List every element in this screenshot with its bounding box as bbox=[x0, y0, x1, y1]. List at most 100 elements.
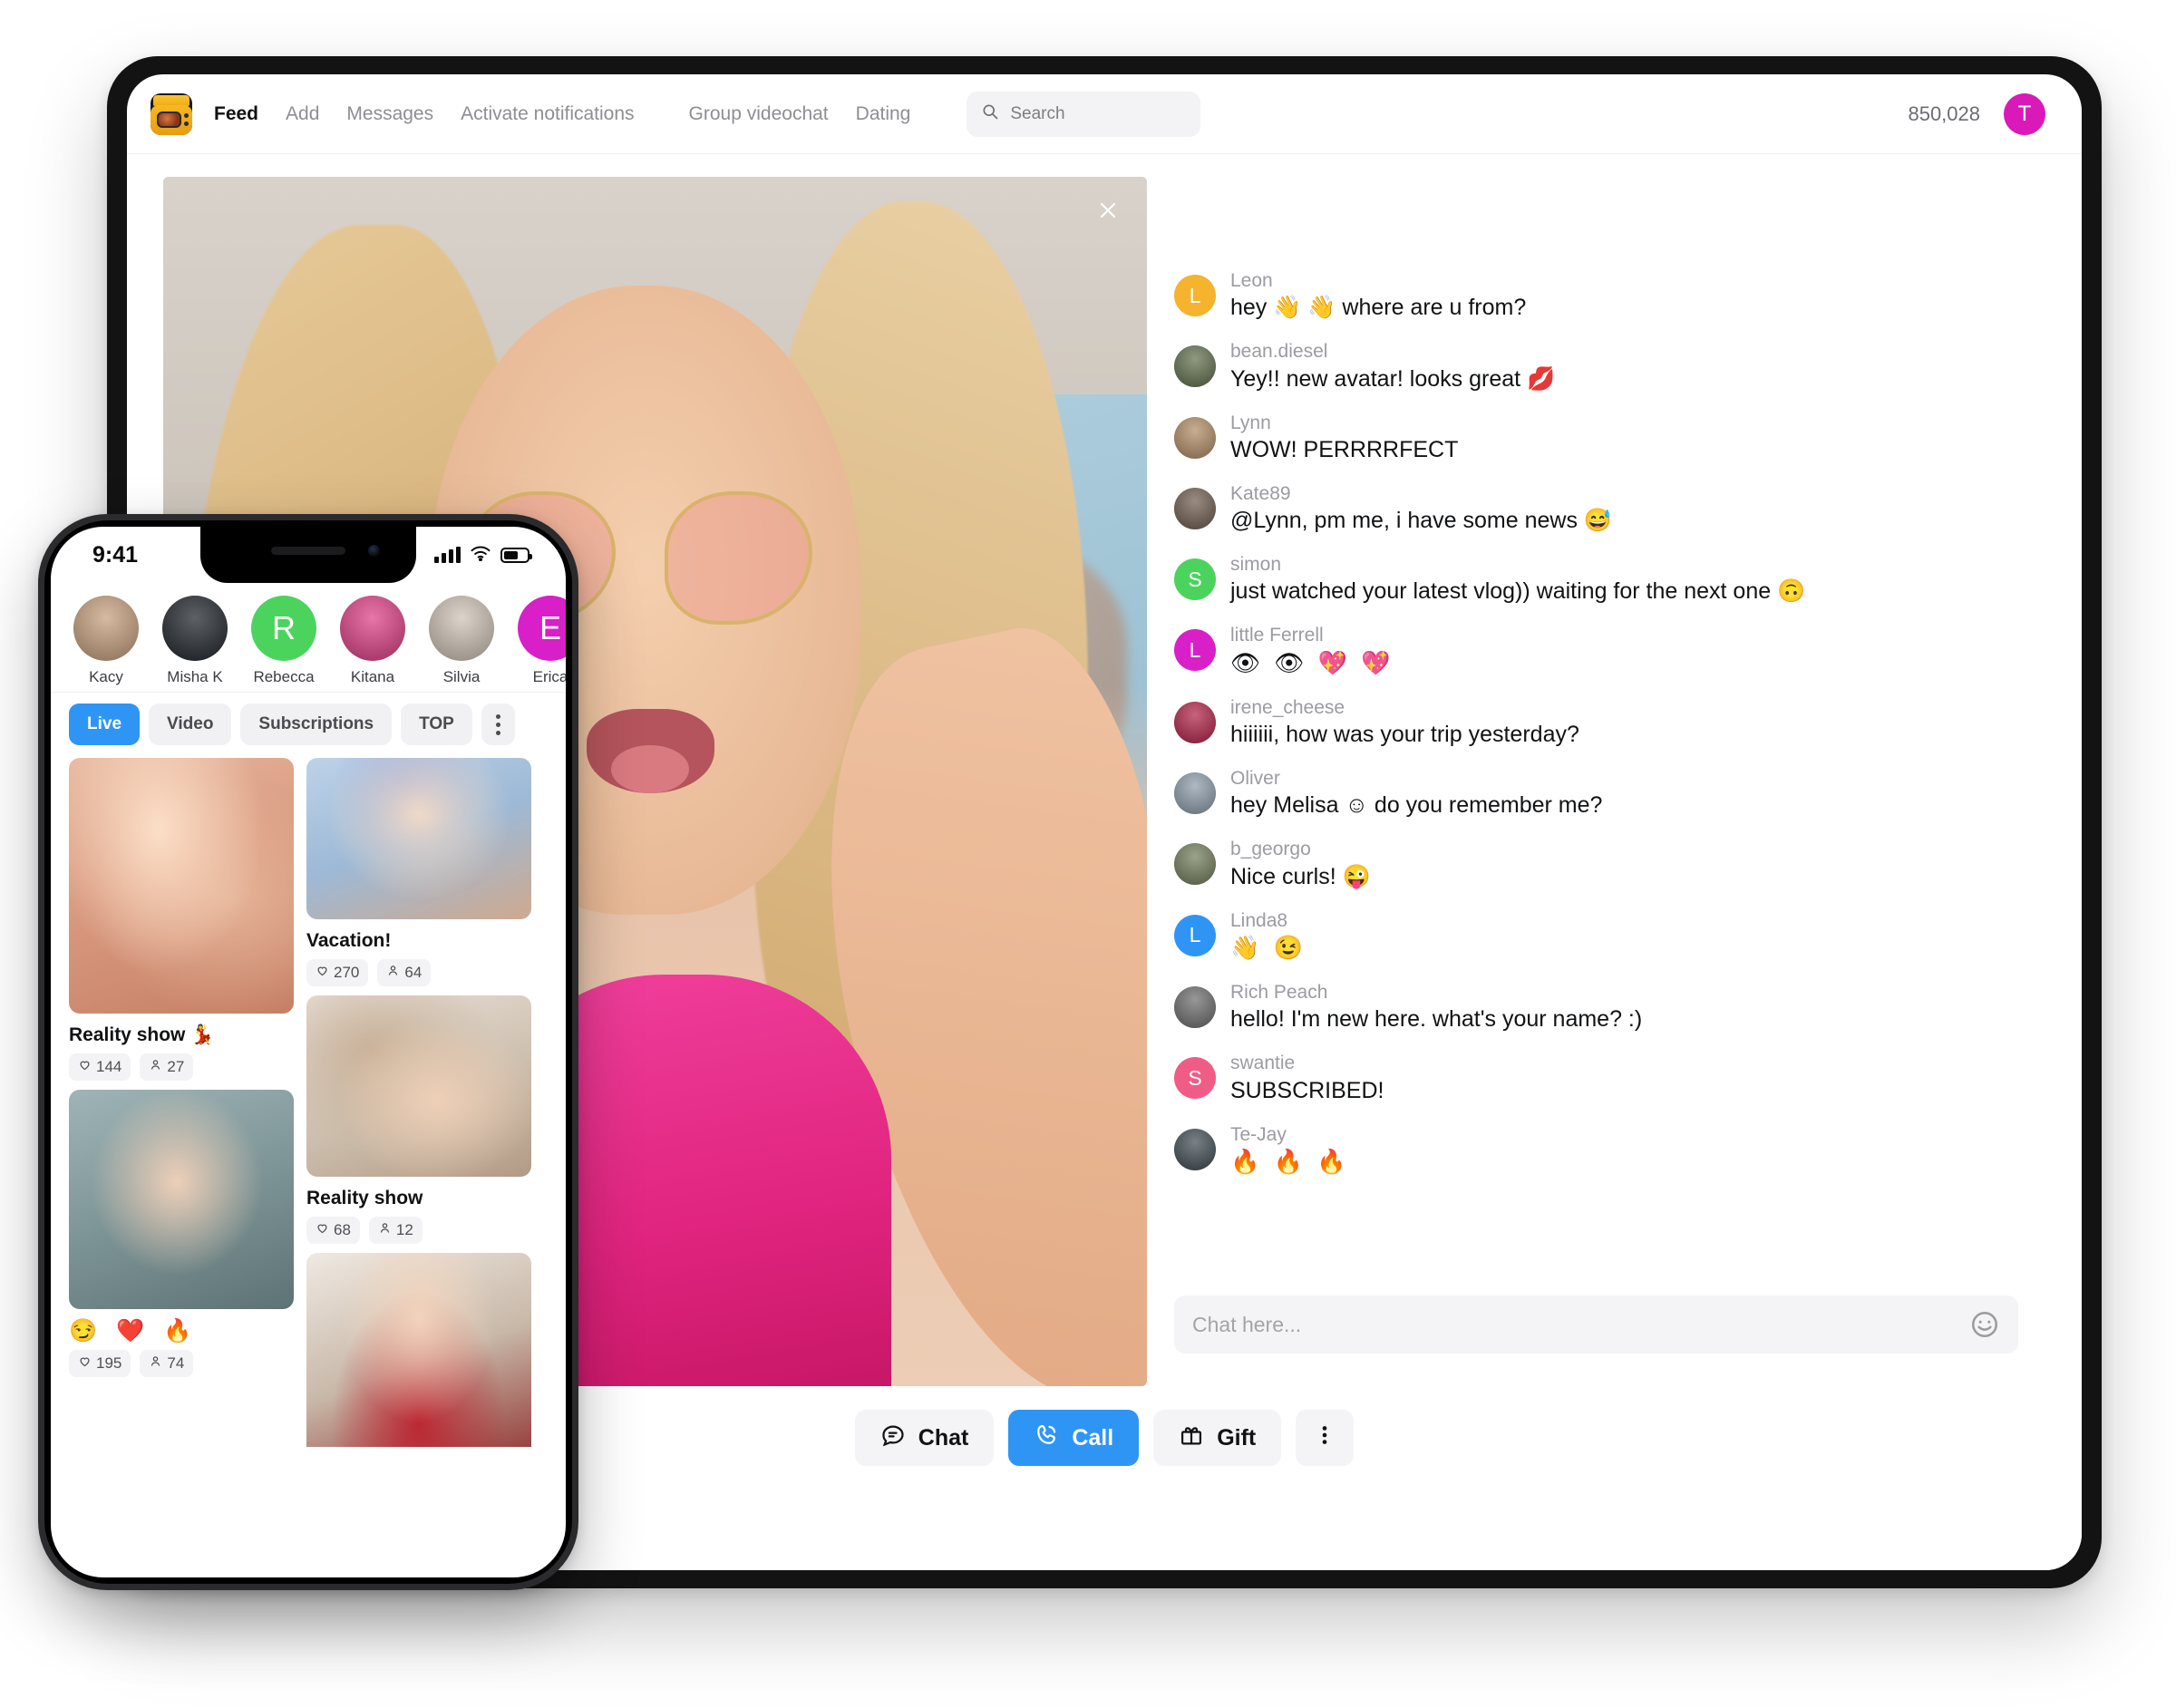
retro-tv-logo-icon[interactable] bbox=[151, 92, 192, 135]
nav-item-messages[interactable]: Messages bbox=[346, 103, 433, 125]
chat-message: L Linda8 👋 😉 bbox=[1174, 907, 2013, 964]
avatar[interactable] bbox=[1174, 772, 1216, 815]
viewers-count: 64 bbox=[404, 964, 423, 981]
story-item[interactable]: Misha K bbox=[158, 596, 232, 686]
story-name: Kacy bbox=[89, 668, 123, 685]
feed-grid[interactable]: Reality show 💃 144 27 😏 ❤️ 🔥 195 74 Vaca… bbox=[51, 758, 566, 1447]
avatar[interactable] bbox=[1174, 416, 1216, 459]
feed-column-right: Vacation! 270 64 Reality show 68 12 bbox=[306, 758, 531, 1447]
search-input[interactable] bbox=[1010, 103, 1187, 124]
screenshot-stage: Feed Add Messages Activate notifications… bbox=[0, 0, 2176, 1708]
story-name: Silvia bbox=[442, 668, 481, 685]
filter-chip-subscriptions[interactable]: Subscriptions bbox=[240, 704, 393, 745]
status-icons bbox=[434, 545, 532, 566]
chat-button[interactable]: Chat bbox=[854, 1410, 995, 1466]
viewers-stat: 12 bbox=[368, 1217, 423, 1244]
phone-device: 9:41 Kacy Misha K R Rebecca Kitana Silvi… bbox=[38, 514, 578, 1590]
chat-username: Leon bbox=[1230, 270, 1273, 291]
story-name: Kitana bbox=[350, 668, 395, 685]
avatar[interactable] bbox=[1174, 1128, 1216, 1170]
search-box[interactable] bbox=[967, 91, 1201, 137]
heart-icon bbox=[78, 1058, 92, 1076]
person-icon bbox=[378, 1221, 392, 1239]
avatar[interactable] bbox=[340, 596, 405, 661]
avatar[interactable]: L bbox=[1174, 914, 1216, 956]
filter-chip-top[interactable]: TOP bbox=[401, 704, 472, 745]
avatar[interactable]: R bbox=[251, 596, 316, 661]
feed-card[interactable]: Reality show 68 12 bbox=[306, 995, 531, 1244]
feed-card-image[interactable] bbox=[69, 758, 294, 1014]
feed-card[interactable]: Reality show 💃 144 27 bbox=[69, 758, 294, 1081]
avatar[interactable] bbox=[429, 596, 494, 661]
filter-chip-video[interactable]: Video bbox=[149, 704, 232, 745]
chat-input-container[interactable] bbox=[1174, 1296, 2018, 1354]
viewers-count: 27 bbox=[167, 1058, 185, 1075]
story-item[interactable]: Kacy bbox=[69, 596, 143, 686]
nav-item-feed[interactable]: Feed bbox=[214, 103, 258, 125]
chat-text: 🔥 🔥 🔥 bbox=[1230, 1147, 1350, 1175]
chat-message: Oliver hey Melisa ☺ do you remember me? bbox=[1174, 765, 2013, 820]
nav-item-activate-notifications[interactable]: Activate notifications bbox=[461, 103, 634, 125]
chat-username: Lynn bbox=[1230, 412, 1271, 433]
nav-item-group-videochat[interactable]: Group videochat bbox=[689, 103, 829, 125]
avatar[interactable]: L bbox=[1174, 275, 1216, 316]
story-item[interactable]: E Erica bbox=[513, 596, 566, 686]
viewers-stat: 74 bbox=[140, 1350, 194, 1377]
likes-count: 144 bbox=[96, 1058, 122, 1075]
chat-message: b_georgo Nice curls! 😜 bbox=[1174, 836, 2013, 890]
avatar[interactable] bbox=[1174, 701, 1216, 743]
story-item[interactable]: Kitana bbox=[335, 596, 410, 686]
call-button[interactable]: Call bbox=[1008, 1410, 1140, 1466]
chat-username: little Ferrell bbox=[1230, 625, 1324, 646]
story-item[interactable]: R Rebecca bbox=[247, 596, 321, 686]
person-icon bbox=[149, 1058, 162, 1076]
chat-text: hey 👋 👋 where are u from? bbox=[1230, 295, 1527, 321]
filter-more-button[interactable] bbox=[481, 704, 515, 745]
feed-card-image[interactable] bbox=[306, 995, 531, 1177]
feed-card-image[interactable] bbox=[306, 758, 531, 919]
close-stream-button[interactable] bbox=[1093, 197, 1123, 228]
user-avatar[interactable]: T bbox=[2004, 92, 2045, 135]
chat-input[interactable] bbox=[1192, 1312, 1969, 1337]
feed-card[interactable]: 😏 ❤️ 🔥 195 74 bbox=[69, 1090, 294, 1377]
more-options-button[interactable] bbox=[1296, 1410, 1355, 1466]
chat-text: hey Melisa ☺ do you remember me? bbox=[1230, 792, 1603, 819]
feed-card-image[interactable] bbox=[69, 1090, 294, 1309]
smiley-icon[interactable] bbox=[1969, 1309, 2000, 1340]
feed-card[interactable] bbox=[306, 1253, 531, 1447]
avatar[interactable] bbox=[1174, 487, 1216, 529]
heart-icon bbox=[78, 1354, 92, 1373]
phone-call-icon bbox=[1034, 1422, 1059, 1454]
avatar[interactable] bbox=[1174, 843, 1216, 886]
nav-item-add[interactable]: Add bbox=[286, 103, 319, 125]
person-icon bbox=[149, 1354, 162, 1373]
chat-username: Linda8 bbox=[1230, 909, 1288, 931]
chat-username: bean.diesel bbox=[1230, 341, 1328, 363]
avatar[interactable]: S bbox=[1174, 1057, 1216, 1100]
avatar[interactable]: E bbox=[518, 596, 566, 661]
story-item[interactable]: Silvia bbox=[424, 596, 499, 686]
search-icon bbox=[981, 102, 1010, 125]
feed-card[interactable]: Vacation! 270 64 bbox=[306, 758, 531, 986]
live-chat-panel: L Leon hey 👋 👋 where are u from? bean.di… bbox=[1147, 177, 2045, 1386]
story-name: Rebecca bbox=[253, 668, 315, 685]
avatar[interactable] bbox=[162, 596, 228, 661]
status-time: 9:41 bbox=[92, 541, 139, 568]
chat-message-list[interactable]: L Leon hey 👋 👋 where are u from? bean.di… bbox=[1174, 267, 2018, 1283]
chat-username: Rich Peach bbox=[1230, 982, 1328, 1004]
gift-button-label: Gift bbox=[1217, 1424, 1257, 1451]
stories-row[interactable]: Kacy Misha K R Rebecca Kitana Silvia E E… bbox=[51, 583, 566, 692]
top-navigation-bar: Feed Add Messages Activate notifications… bbox=[127, 74, 2082, 154]
avatar[interactable]: L bbox=[1174, 629, 1216, 672]
nav-item-dating[interactable]: Dating bbox=[856, 103, 911, 125]
gift-button[interactable]: Gift bbox=[1153, 1410, 1282, 1466]
chat-username: Oliver bbox=[1230, 768, 1280, 790]
avatar[interactable]: S bbox=[1174, 558, 1216, 600]
feed-card-image[interactable] bbox=[306, 1253, 531, 1447]
avatar[interactable] bbox=[73, 596, 139, 661]
filter-chip-live[interactable]: Live bbox=[69, 704, 141, 745]
feed-card-title: Reality show 💃 bbox=[69, 1024, 215, 1045]
avatar[interactable] bbox=[1174, 986, 1216, 1029]
avatar[interactable] bbox=[1174, 345, 1216, 388]
chat-username: Kate89 bbox=[1230, 482, 1291, 504]
